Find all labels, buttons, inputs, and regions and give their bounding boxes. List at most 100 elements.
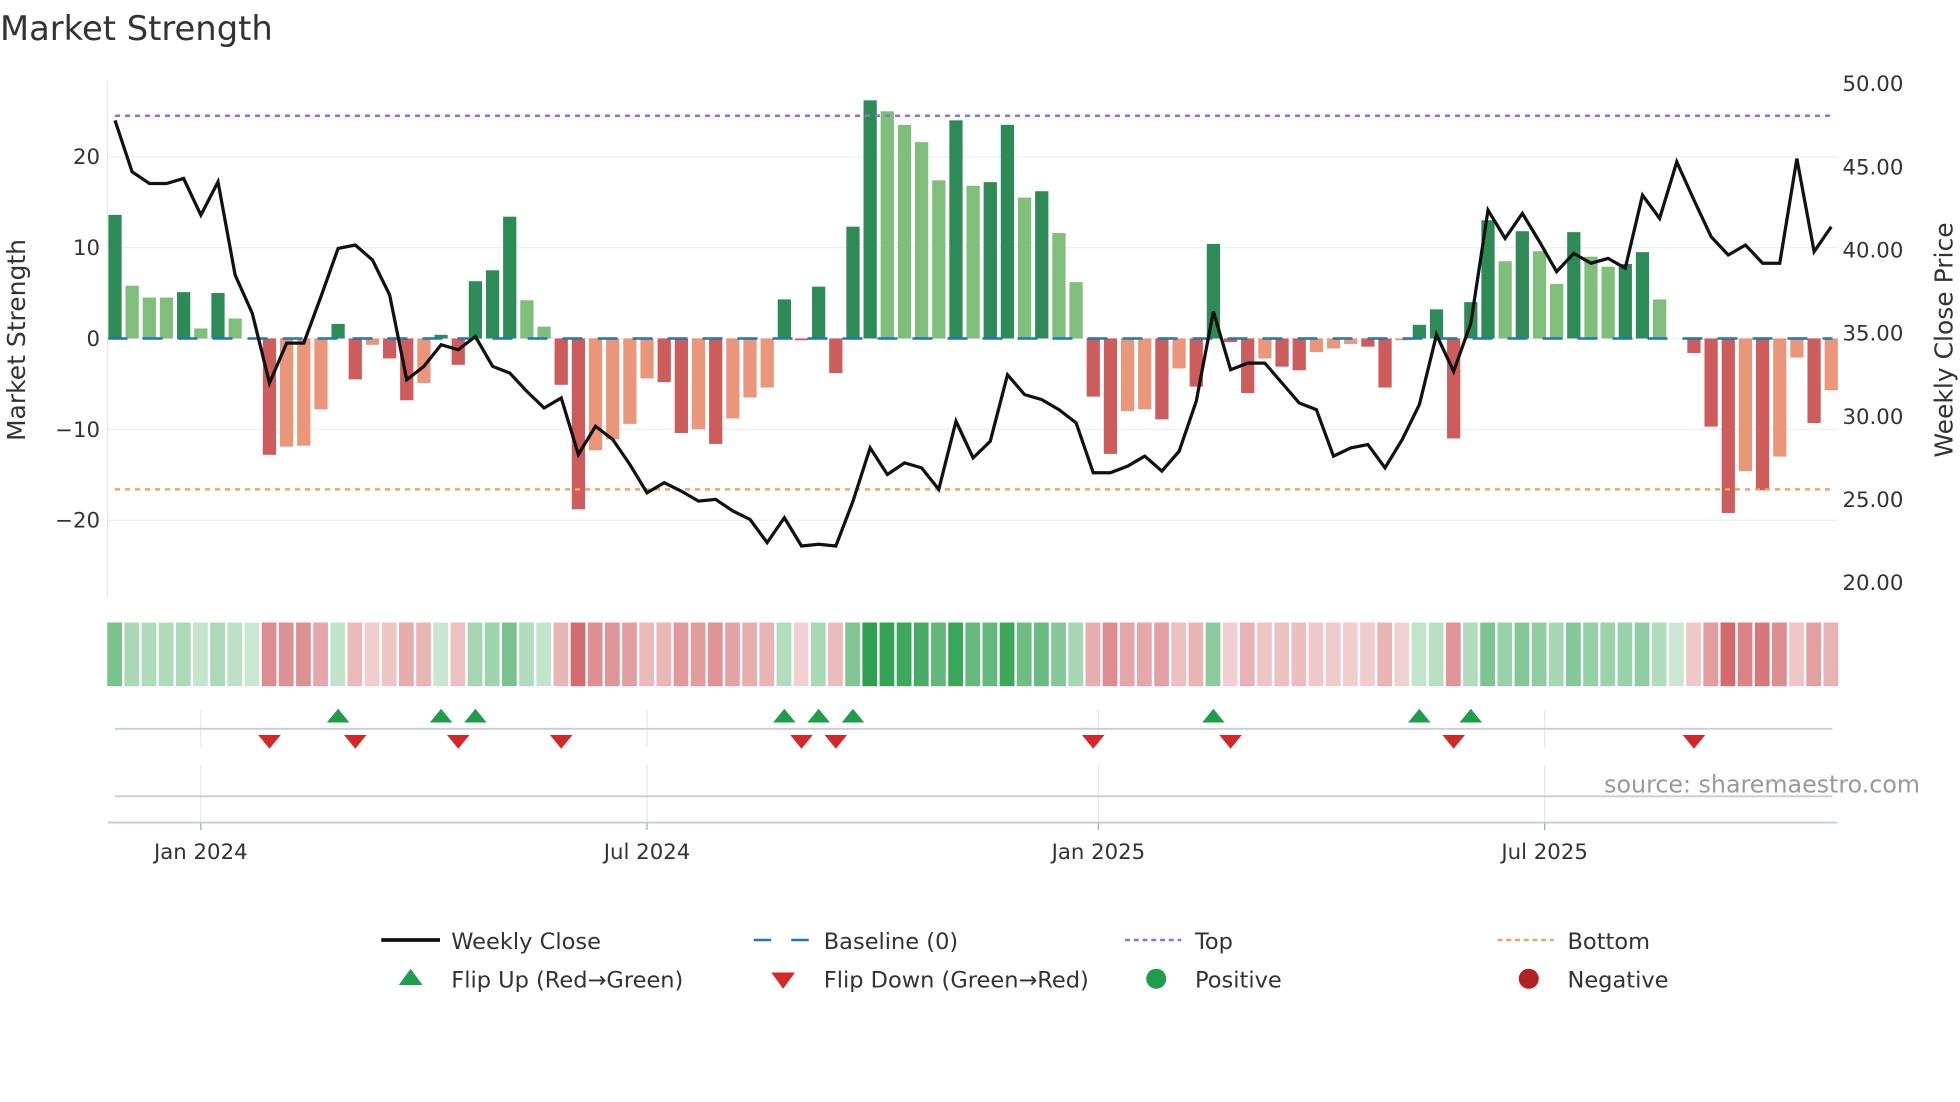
strength-bar [623,338,637,424]
strength-bar [691,338,706,430]
strip-cell [1239,622,1255,687]
strength-bar [262,338,277,455]
strip-cell [913,622,929,687]
flip-down-marker [1682,735,1706,749]
strip-cell [742,622,758,687]
strip-cell [1600,622,1616,687]
strength-bar [1532,251,1547,339]
strength-bar [1721,338,1735,513]
strength-bar [915,142,929,339]
flip-up-marker [464,708,487,723]
strip-cell [828,622,843,687]
strip-cell [416,622,431,687]
strength-bar [382,338,397,359]
strength-bar [1755,338,1770,491]
strength-bar [1584,256,1598,339]
strip-cell [1617,622,1633,687]
strip-cell [776,622,792,687]
strip-cell [193,622,208,687]
strip-cell [1137,622,1152,687]
strength-bar [640,338,654,379]
strength-bar [1052,233,1066,339]
strip-cell [1806,622,1822,687]
strength-bar [1292,338,1306,371]
strip-cell [1257,622,1272,687]
strip-cell [1737,622,1753,687]
strip-cell [296,622,311,687]
strength-bar [1635,252,1650,339]
strength-bar [142,297,156,339]
chart-title: Market Strength [0,9,273,48]
strength-bar [1704,338,1718,427]
flip-up-marker [429,708,453,723]
strength-bar [177,292,191,339]
strip-cell [1754,622,1770,687]
strip-cell [1360,622,1375,687]
strip-cell [1634,622,1650,687]
strip-cell [1772,622,1787,687]
strength-bar [1326,338,1341,349]
strip-cell [278,622,294,687]
flip-down-marker [344,735,367,749]
strength-bar [1258,338,1272,359]
strip-cell [1703,622,1719,687]
flip-down-marker [1219,735,1242,749]
strength-bar [314,338,328,410]
strip-cell [1445,622,1461,687]
strength-bar [503,216,517,339]
strip-cell [604,622,620,687]
strength-bar [1275,338,1289,367]
right-tick-label: 30.00 [1843,405,1904,430]
strength-bar [331,323,345,339]
legend-label: Top [1194,929,1233,955]
legend-label: Flip Up (Red→Green) [451,968,683,994]
strip-cell [896,622,912,687]
strip-cell [141,622,157,687]
strip-cell [1720,622,1736,687]
strength-bar [812,286,826,339]
strength-bar [1790,338,1804,358]
strength-bar [537,326,551,339]
flip-up-marker [807,708,830,723]
strength-bar [863,100,877,339]
flip-up-marker [1459,708,1483,723]
x-tick-label: Jan 2024 [152,840,248,865]
strength-bar [1120,338,1135,412]
strip-cell [1531,622,1547,687]
legend-label: Positive [1195,968,1282,994]
right-tick-label: 45.00 [1843,155,1904,180]
strength-bar [983,182,997,339]
strength-bar [949,120,963,339]
right-tick-label: 50.00 [1843,72,1904,97]
strip-cell [1222,622,1238,687]
strength-bar [1155,338,1169,420]
strength-bar [1000,124,1015,339]
strip-cell [1274,622,1290,687]
strip-cell [399,622,414,687]
strength-bar [777,299,791,339]
strip-cell [158,622,174,687]
strip-cell [879,622,895,687]
strength-bar [1687,338,1701,354]
strength-bar [1412,324,1426,339]
strip-cell [622,622,637,687]
strength-bar [348,338,362,380]
x-tick-label: Jul 2025 [1499,840,1587,865]
strength-bar [468,281,483,339]
negative-dot-icon [1518,968,1539,989]
strength-bar [1618,263,1632,339]
strip-cell [707,622,723,687]
strip-cell [330,622,346,687]
flip-down-marker [1082,735,1105,749]
strength-bar [932,180,946,339]
strip-cell [107,622,123,687]
strip-cell [759,622,775,687]
strength-bar [1601,266,1615,339]
strength-bar [571,338,586,510]
x-tick-label: Jan 2025 [1050,840,1146,865]
strip-cell [639,622,655,687]
strip-cell [467,622,483,687]
left-axis-label: Market Strength [2,239,31,441]
strength-bar [606,338,620,440]
strip-cell [484,622,500,687]
